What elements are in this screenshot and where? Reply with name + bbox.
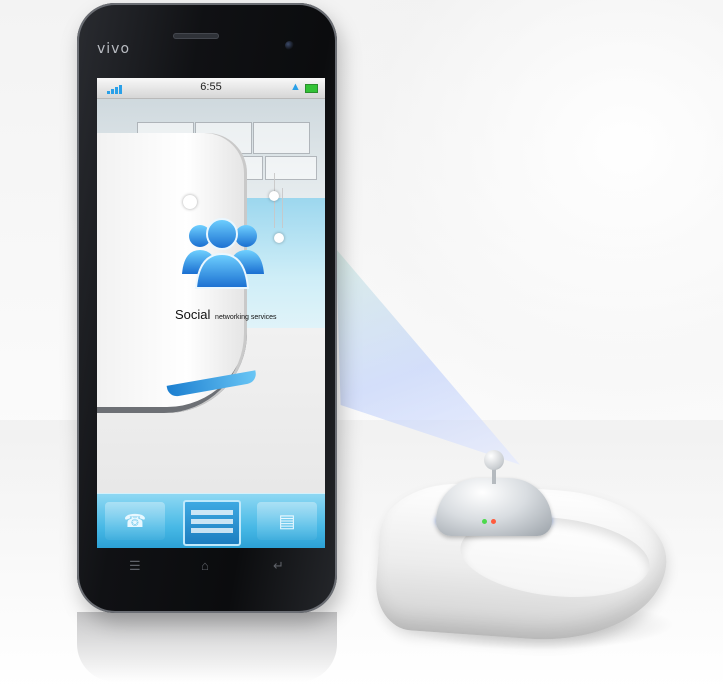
- battery-icon: [305, 84, 318, 93]
- brand-logo: vivo: [97, 41, 131, 57]
- dock-bar: ☎ ▤: [97, 493, 325, 548]
- ceiling-panel: [253, 122, 310, 154]
- wifi-icon: ▲: [290, 81, 301, 93]
- projector-lens: [484, 450, 504, 470]
- phone-reflection: [77, 612, 337, 682]
- back-icon[interactable]: ↵: [273, 558, 284, 574]
- app-tile-label: Social networking services: [175, 307, 277, 322]
- people-group-icon[interactable]: [172, 206, 272, 296]
- projector-dome: [436, 478, 552, 536]
- app-grid-icon[interactable]: [183, 500, 241, 546]
- earpiece-speaker: [173, 33, 219, 39]
- status-led-red: [491, 519, 496, 524]
- hotspot-dot[interactable]: [269, 191, 279, 201]
- front-camera: [285, 41, 294, 50]
- hotspot-line: [282, 188, 283, 228]
- menu-icon[interactable]: ☰: [129, 558, 141, 574]
- home-icon[interactable]: ⌂: [201, 558, 209, 573]
- status-bar: 6:55 ▲: [97, 78, 325, 99]
- phone-icon[interactable]: ☎: [105, 502, 165, 540]
- hotspot-dot[interactable]: [274, 233, 284, 243]
- ceiling-panel: [265, 156, 317, 180]
- phone-screen[interactable]: Social networking services 6:55 ▲ ☎ ▤: [97, 78, 325, 548]
- status-led-green: [482, 519, 487, 524]
- smartphone: vivo Social networking services 6:55 ▲ ☎…: [77, 3, 337, 613]
- chat-icon[interactable]: ▤: [257, 502, 317, 540]
- app-tile-subtitle: networking services: [215, 314, 277, 321]
- app-tile-title: Social: [175, 307, 211, 322]
